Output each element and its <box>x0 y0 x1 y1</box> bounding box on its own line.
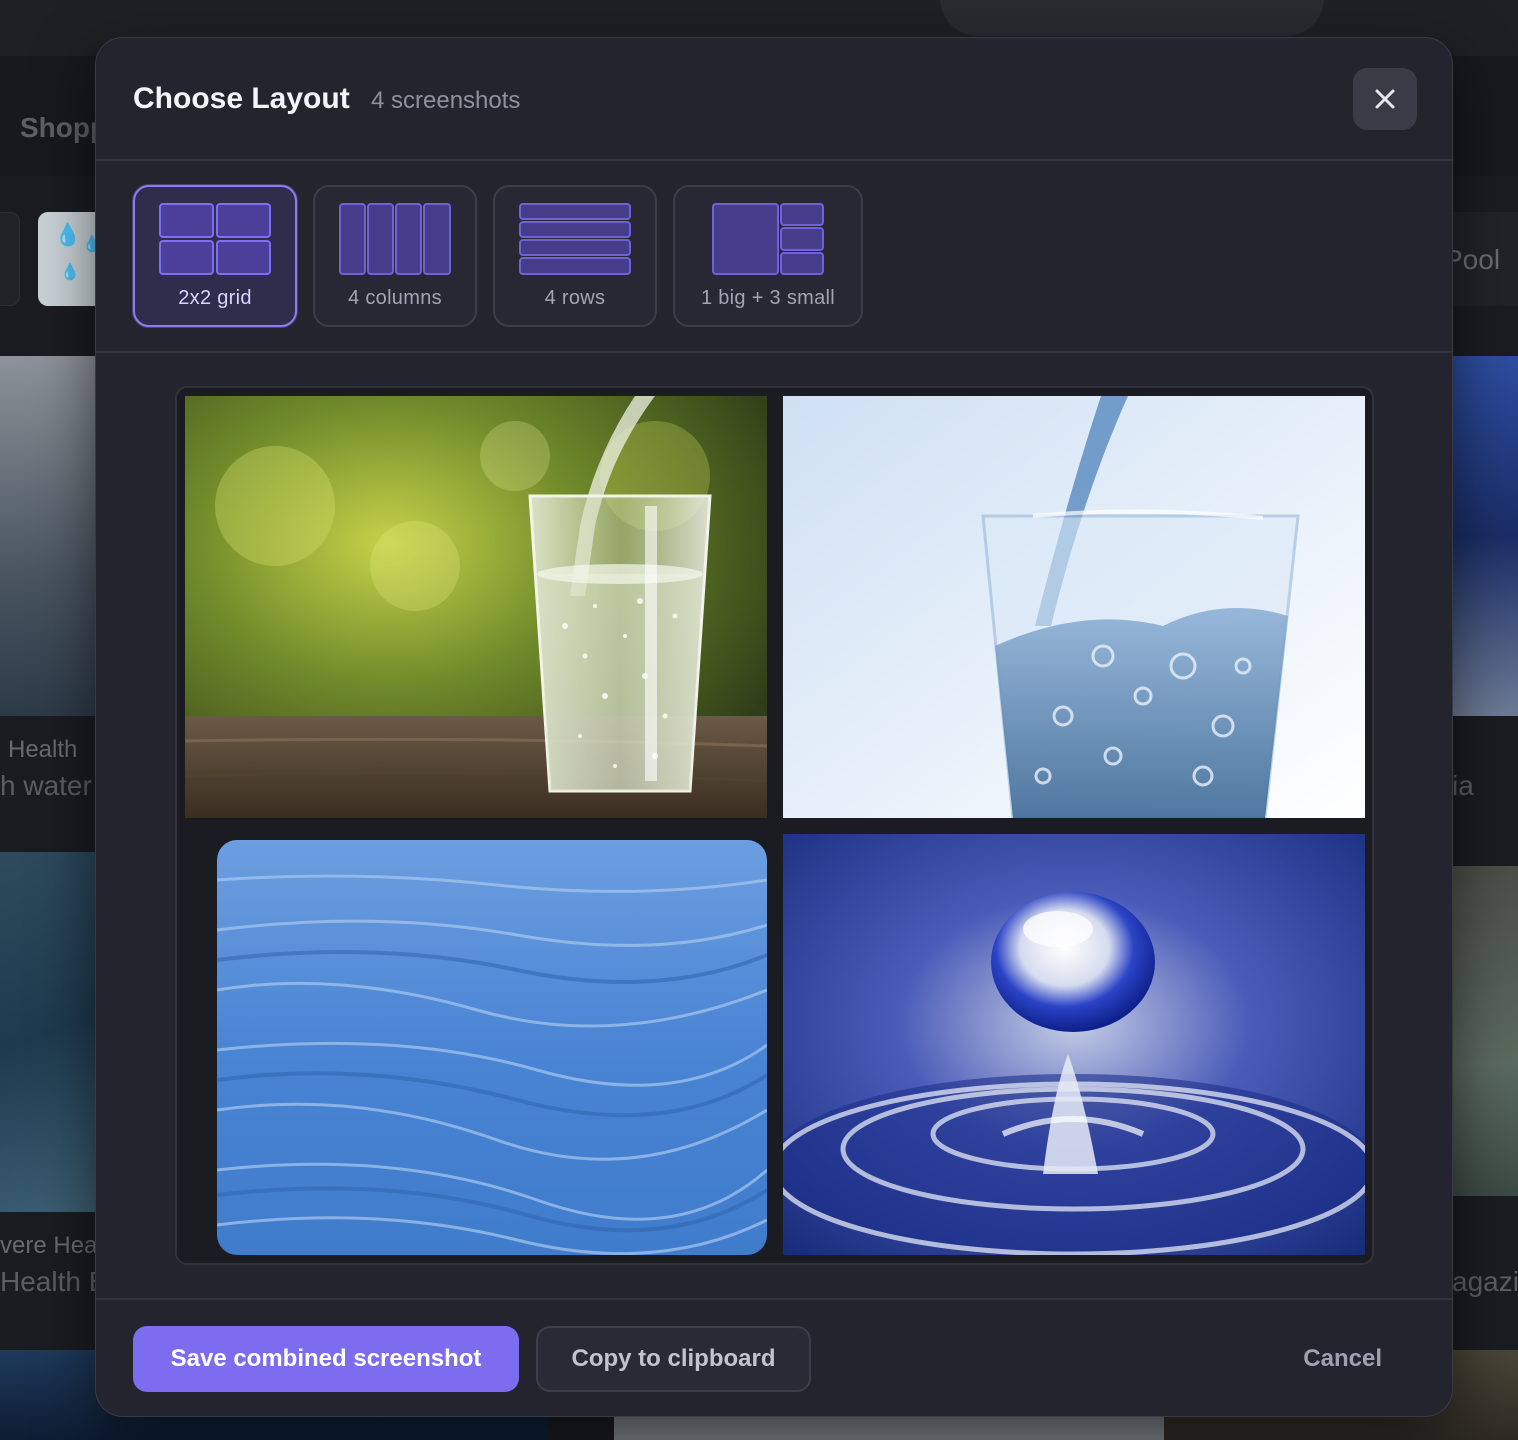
background-card-title: agazi <box>1452 1266 1518 1297</box>
layout-option-4-columns[interactable]: 4 columns <box>313 185 477 327</box>
preview-tile-waves <box>217 840 767 1255</box>
dialog-footer: Save combined screenshot Copy to clipboa… <box>96 1298 1452 1416</box>
background-card-title: Health E <box>0 1266 108 1297</box>
layout-option-label: 4 rows <box>544 287 606 309</box>
close-button[interactable] <box>1353 68 1417 130</box>
grid-layout-icon <box>159 203 271 275</box>
layout-option-4-rows[interactable]: 4 rows <box>493 185 657 327</box>
layout-options: 2x2 grid 4 columns 4 rows 1 big + 3 smal… <box>96 161 1452 353</box>
preview-area <box>96 353 1452 1298</box>
columns-layout-icon <box>339 203 451 275</box>
layout-option-label: 1 big + 3 small <box>700 287 835 309</box>
background-card-category: Health <box>8 736 78 763</box>
big-small-layout-icon <box>712 203 824 275</box>
combined-preview <box>175 386 1374 1265</box>
screenshot-count: 4 screenshots <box>371 87 521 114</box>
layout-option-2x2-grid[interactable]: 2x2 grid <box>133 185 297 327</box>
background-chip <box>0 212 20 306</box>
layout-option-label: 2x2 grid <box>178 287 252 309</box>
rows-layout-icon <box>519 203 631 275</box>
preview-tile-glass-green <box>185 396 767 818</box>
preview-tile-droplet <box>783 834 1365 1255</box>
copy-to-clipboard-button[interactable]: Copy to clipboard <box>536 1326 811 1392</box>
preview-tile-glass-blue <box>783 396 1365 818</box>
cancel-button[interactable]: Cancel <box>1272 1326 1412 1392</box>
background-card-title: h water <box>0 770 92 801</box>
background-card-category: vere Hea <box>0 1232 98 1259</box>
close-icon <box>1375 89 1395 109</box>
layout-option-label: 4 columns <box>348 287 442 309</box>
background-card-title: ia <box>1452 770 1474 801</box>
choose-layout-dialog: Choose Layout 4 screenshots 2x2 grid 4 c… <box>95 37 1453 1417</box>
background-search-bar: ✕ <box>940 0 1324 36</box>
background-image <box>0 852 100 1212</box>
dialog-header: Choose Layout 4 screenshots <box>96 38 1452 161</box>
background-image <box>0 356 100 716</box>
save-combined-screenshot-button[interactable]: Save combined screenshot <box>133 1326 519 1392</box>
dialog-title: Choose Layout <box>133 82 350 115</box>
layout-option-1-big-3-small[interactable]: 1 big + 3 small <box>673 185 863 327</box>
